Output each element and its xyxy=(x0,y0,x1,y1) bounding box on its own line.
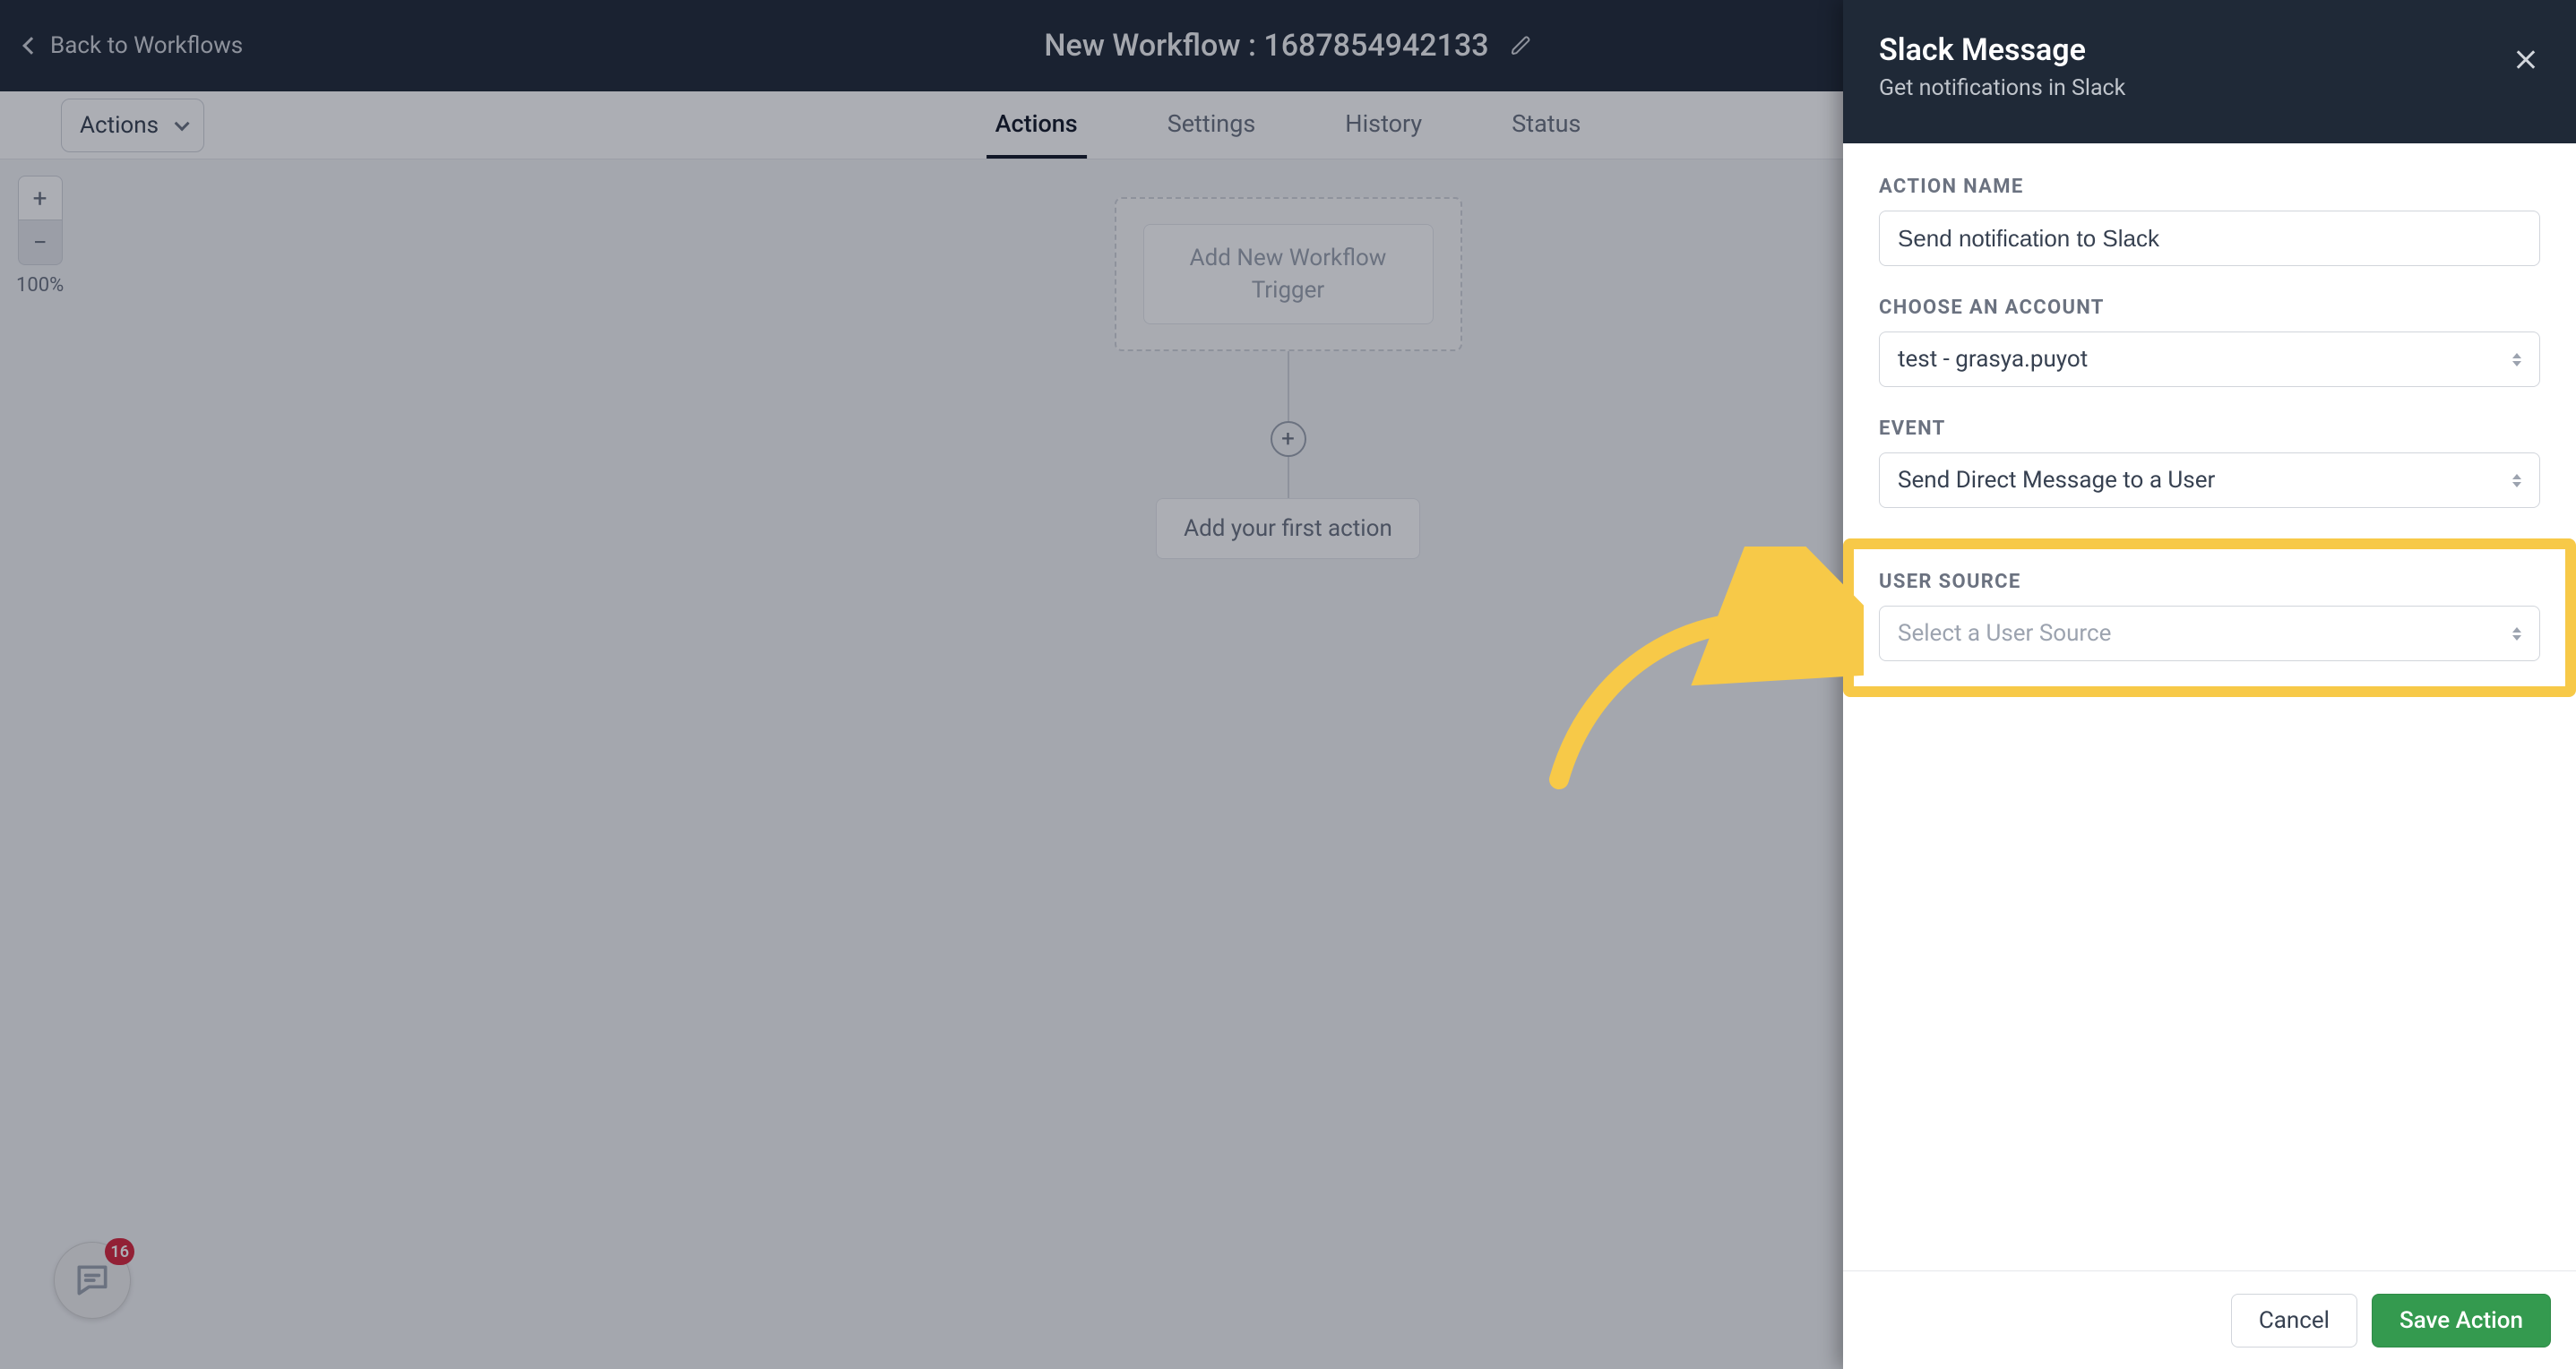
select-chevron-icon xyxy=(2512,474,2521,487)
event-select-value: Send Direct Message to a User xyxy=(1898,467,2215,494)
action-name-input[interactable] xyxy=(1879,211,2540,266)
account-select[interactable]: test - grasya.puyot xyxy=(1879,331,2540,387)
field-action-name: Action Name xyxy=(1879,176,2540,266)
cancel-button[interactable]: Cancel xyxy=(2231,1294,2357,1347)
action-side-panel: Slack Message Get notifications in Slack… xyxy=(1843,0,2576,1369)
select-chevron-icon xyxy=(2512,627,2521,641)
panel-header: Slack Message Get notifications in Slack xyxy=(1843,0,2576,143)
account-select-value: test - grasya.puyot xyxy=(1898,346,2088,373)
save-action-button[interactable]: Save Action xyxy=(2372,1294,2551,1347)
action-name-label: Action Name xyxy=(1879,176,2540,198)
panel-footer: Cancel Save Action xyxy=(1843,1270,2576,1369)
save-action-label: Save Action xyxy=(2399,1307,2523,1334)
event-select[interactable]: Send Direct Message to a User xyxy=(1879,452,2540,508)
event-label: Event xyxy=(1879,418,2540,440)
close-panel-button[interactable] xyxy=(2511,45,2540,73)
user-source-label: User Source xyxy=(1879,571,2540,593)
cancel-button-label: Cancel xyxy=(2259,1307,2330,1334)
field-account: Choose an Account test - grasya.puyot xyxy=(1879,297,2540,387)
panel-subtitle: Get notifications in Slack xyxy=(1879,75,2540,101)
panel-body: Action Name Choose an Account test - gra… xyxy=(1843,143,2576,1270)
user-source-highlight: User Source Select a User Source xyxy=(1843,538,2576,697)
panel-title: Slack Message xyxy=(1879,32,2540,68)
select-chevron-icon xyxy=(2512,353,2521,366)
field-event: Event Send Direct Message to a User xyxy=(1879,418,2540,508)
user-source-select[interactable]: Select a User Source xyxy=(1879,606,2540,661)
account-label: Choose an Account xyxy=(1879,297,2540,319)
user-source-placeholder: Select a User Source xyxy=(1898,620,2111,647)
